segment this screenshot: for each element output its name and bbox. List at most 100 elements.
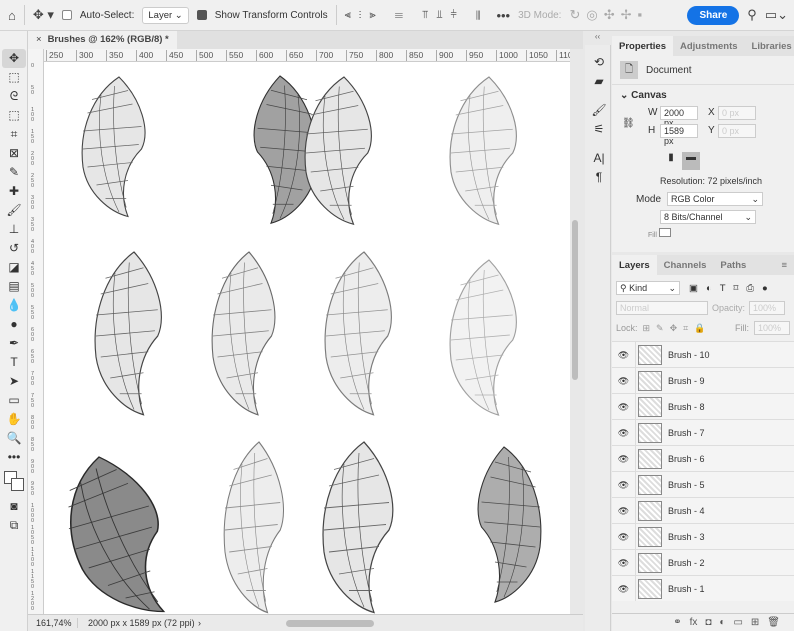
- visibility-eye-icon[interactable]: 👁: [612, 445, 636, 472]
- character-panel-icon[interactable]: A|: [587, 149, 611, 168]
- tab-layers[interactable]: Layers: [612, 255, 657, 275]
- adjustment-layer-icon[interactable]: ◐: [719, 617, 725, 628]
- delete-icon[interactable]: 🗑: [767, 617, 780, 628]
- layer-row[interactable]: 👁 Brush - 5: [612, 471, 794, 498]
- zoom-level[interactable]: 161,74%: [28, 618, 78, 628]
- brush-tool[interactable]: 🖌: [2, 201, 26, 220]
- filter-icons[interactable]: ▣◐T⌑⎙●: [689, 283, 776, 294]
- show-transform-checkbox[interactable]: [196, 10, 207, 20]
- search-icon[interactable]: ⚲: [747, 7, 757, 23]
- more-icon[interactable]: •••: [496, 8, 510, 23]
- visibility-eye-icon[interactable]: 👁: [612, 367, 636, 394]
- visibility-eye-icon[interactable]: 👁: [612, 549, 636, 576]
- comments-panel-icon[interactable]: ▰: [587, 72, 611, 91]
- eyedropper-tool[interactable]: ✎: [2, 163, 26, 182]
- link-icon[interactable]: ⛓: [622, 118, 635, 129]
- visibility-eye-icon[interactable]: 👁: [612, 419, 636, 446]
- screen-mode-tool[interactable]: ⧉: [2, 516, 26, 535]
- link-layers-icon[interactable]: ⚭: [673, 617, 681, 628]
- share-button[interactable]: Share: [687, 5, 740, 25]
- visibility-eye-icon[interactable]: 👁: [612, 393, 636, 420]
- marquee-tool[interactable]: ⬚: [2, 68, 26, 87]
- quick-mask-tool[interactable]: ◙: [2, 497, 26, 516]
- tab-channels[interactable]: Channels: [657, 255, 714, 275]
- collapse-icon[interactable]: ‹‹: [585, 32, 610, 41]
- history-brush-tool[interactable]: ↺: [2, 239, 26, 258]
- hand-tool[interactable]: ✋: [2, 410, 26, 429]
- workspace-icon[interactable]: ▭⌄: [765, 7, 788, 23]
- color-swatches[interactable]: [2, 467, 26, 497]
- layer-row[interactable]: 👁 Brush - 6: [612, 445, 794, 472]
- path-select-tool[interactable]: ➤: [2, 372, 26, 391]
- visibility-eye-icon[interactable]: 👁: [612, 471, 636, 498]
- visibility-eye-icon[interactable]: 👁: [612, 575, 636, 601]
- history-panel-icon[interactable]: ⟲: [587, 53, 611, 72]
- object-select-tool[interactable]: ⬚: [2, 106, 26, 125]
- brush-settings-icon[interactable]: 🖌: [587, 101, 611, 120]
- crop-tool[interactable]: ⌗: [2, 125, 26, 144]
- tab-adjustments[interactable]: Adjustments: [673, 36, 745, 56]
- healing-tool[interactable]: ✚: [2, 182, 26, 201]
- blend-mode-select[interactable]: Normal: [616, 301, 708, 315]
- layers-menu-icon[interactable]: ≡: [774, 255, 794, 275]
- landscape-icon[interactable]: ▬: [682, 152, 700, 170]
- home-icon[interactable]: ⌂: [8, 8, 16, 23]
- layer-row[interactable]: 👁 Brush - 10: [612, 342, 794, 368]
- close-icon[interactable]: ×: [36, 34, 42, 45]
- visibility-eye-icon[interactable]: 👁: [612, 497, 636, 524]
- lock-icons[interactable]: ⊞✎✥⌗🔒: [643, 323, 712, 334]
- eraser-tool[interactable]: ◪: [2, 258, 26, 277]
- move-tool[interactable]: ✥: [2, 49, 26, 68]
- adjustments-panel-icon[interactable]: ⚟: [587, 120, 611, 139]
- move-tool-icon[interactable]: ✥ ▾: [33, 7, 54, 23]
- width-field[interactable]: 2000 px: [660, 106, 698, 128]
- status-expand-icon[interactable]: ›: [198, 618, 201, 628]
- visibility-eye-icon[interactable]: 👁: [612, 342, 636, 368]
- y-field[interactable]: 0 px: [718, 124, 756, 138]
- layer-row[interactable]: 👁 Brush - 3: [612, 523, 794, 550]
- dodge-tool[interactable]: ●: [2, 315, 26, 334]
- portrait-icon[interactable]: ▮: [664, 152, 678, 168]
- visibility-eye-icon[interactable]: 👁: [612, 523, 636, 550]
- layer-row[interactable]: 👁 Brush - 4: [612, 497, 794, 524]
- lasso-tool[interactable]: ᘓ: [2, 87, 26, 106]
- new-layer-icon[interactable]: ⊞: [751, 617, 759, 628]
- filter-kind-select[interactable]: ⚲ Kind ⌄: [616, 281, 680, 295]
- tab-libraries[interactable]: Libraries: [745, 36, 794, 56]
- auto-select-dropdown[interactable]: Layer ⌄: [142, 6, 189, 24]
- canvas[interactable]: [44, 62, 570, 614]
- vertical-scroll-thumb[interactable]: [572, 220, 578, 380]
- mode-select[interactable]: RGB Color ⌄: [667, 192, 764, 206]
- stamp-tool[interactable]: ⊥: [2, 220, 26, 239]
- bit-depth-select[interactable]: 8 Bits/Channel ⌄: [660, 210, 756, 224]
- rectangle-tool[interactable]: ▭: [2, 391, 26, 410]
- zoom-tool[interactable]: 🔍: [2, 429, 26, 448]
- gradient-tool[interactable]: ▤: [2, 277, 26, 296]
- opacity-field[interactable]: 100%: [749, 301, 786, 315]
- layer-row[interactable]: 👁 Brush - 9: [612, 367, 794, 394]
- tab-paths[interactable]: Paths: [713, 255, 753, 275]
- more-tools[interactable]: •••: [2, 448, 26, 467]
- layer-row[interactable]: 👁 Brush - 1: [612, 575, 794, 601]
- auto-select-checkbox[interactable]: [61, 10, 72, 20]
- horizontal-scroll-thumb[interactable]: [286, 619, 374, 627]
- pen-tool[interactable]: ✒: [2, 334, 26, 353]
- height-field[interactable]: 1589 px: [660, 124, 698, 146]
- tab-properties[interactable]: Properties: [612, 36, 673, 56]
- document-tab[interactable]: × Brushes @ 162% (RGB/8) *: [28, 31, 177, 49]
- layer-row[interactable]: 👁 Brush - 8: [612, 393, 794, 420]
- 3d-tools-icons[interactable]: ↻◎✣✢▪: [569, 7, 648, 23]
- mask-icon[interactable]: ◘: [705, 617, 711, 628]
- layer-row[interactable]: 👁 Brush - 2: [612, 549, 794, 576]
- layer-row[interactable]: 👁 Brush - 7: [612, 419, 794, 446]
- fx-icon[interactable]: fx: [690, 617, 698, 628]
- blur-tool[interactable]: 💧: [2, 296, 26, 315]
- paragraph-panel-icon[interactable]: ¶: [587, 168, 611, 187]
- fill-opacity-field[interactable]: 100%: [754, 321, 790, 335]
- x-field[interactable]: 0 px: [718, 106, 756, 120]
- group-icon[interactable]: ▭: [733, 617, 742, 628]
- align-icons[interactable]: ⫷⫶⫸ ☰ ⫪⫫⫩ ⦀: [345, 9, 489, 22]
- fill-swatch[interactable]: [658, 228, 671, 237]
- frame-tool[interactable]: ⊠: [2, 144, 26, 163]
- canvas-section-header[interactable]: ⌄ Canvas: [612, 85, 794, 106]
